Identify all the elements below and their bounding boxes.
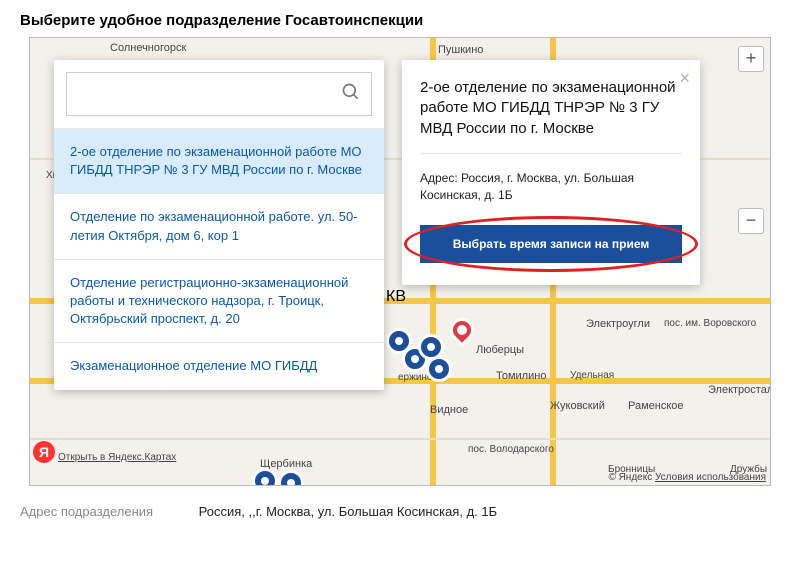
map-marker[interactable] [426, 356, 452, 382]
yandex-logo[interactable]: Я [33, 441, 55, 463]
map-marker[interactable] [252, 468, 278, 486]
footer-address: Адрес подразделения Россия, ,,г. Москва,… [0, 486, 800, 537]
map-copyright: © Яндекс Условия использования [608, 472, 766, 483]
map-label: Пушкино [438, 44, 483, 56]
close-icon[interactable]: × [679, 68, 690, 89]
map-label: пос. Володарского [468, 444, 554, 455]
open-in-yandex-link[interactable]: Открыть в Яндекс.Картах [58, 452, 176, 463]
map-label: Электросталь [708, 384, 771, 396]
map-label: Электроугли [586, 318, 650, 330]
map-label: КВ [386, 288, 406, 306]
zoom-in-button[interactable]: + [738, 46, 764, 72]
office-popup: × 2-ое отделение по экзаменационной рабо… [402, 60, 700, 285]
map-marker-selected[interactable] [450, 318, 474, 342]
search-icon[interactable] [341, 82, 361, 107]
map-label: Удельная [570, 370, 614, 381]
office-list-item[interactable]: 2-ое отделение по экзаменационной работе… [54, 129, 384, 194]
map-label: Люберцы [476, 344, 524, 356]
zoom-out-button[interactable]: − [738, 208, 764, 234]
office-list-panel: 2-ое отделение по экзаменационной работе… [54, 60, 384, 390]
popup-address: Адрес: Россия, г. Москва, ул. Большая Ко… [420, 170, 682, 204]
terms-link[interactable]: Условия использования [655, 472, 766, 483]
map-label: Солнечногорск [110, 42, 186, 54]
map-label: Жуковский [550, 400, 605, 412]
popup-title: 2-ое отделение по экзаменационной работе… [420, 78, 682, 154]
footer-address-value: Россия, ,,г. Москва, ул. Большая Косинск… [199, 504, 498, 519]
map-label: Видное [430, 404, 468, 416]
choose-time-button[interactable]: Выбрать время записи на прием [420, 225, 682, 263]
map-label: пос. им. Воровского [664, 318, 756, 329]
search-bar [66, 72, 372, 116]
office-list-item[interactable]: Экзаменационное отделение МО ГИБДД [54, 343, 384, 389]
footer-address-label: Адрес подразделения [20, 504, 195, 519]
search-input[interactable] [77, 86, 341, 102]
page-title: Выберите удобное подразделение Госавтоин… [0, 0, 800, 37]
map-label: Раменское [628, 400, 684, 412]
map-container[interactable]: Солнечногорск Пушкино Клязьма Химки КВ Л… [29, 37, 771, 486]
map-label: Томилино [496, 370, 546, 382]
map-marker[interactable] [278, 470, 304, 486]
office-list-item[interactable]: Отделение по экзаменационной работе. ул.… [54, 194, 384, 259]
office-list-item[interactable]: Отделение регистрационно-экзаменационной… [54, 260, 384, 344]
